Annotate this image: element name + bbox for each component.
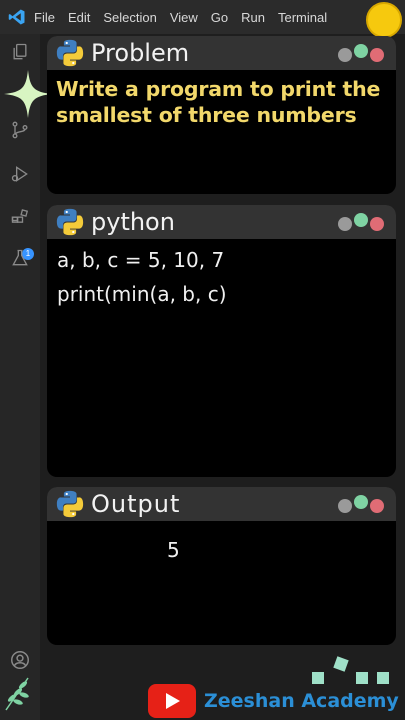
output-panel-title: Output <box>91 490 181 518</box>
menu-bar: File Edit Selection View Go Run Terminal <box>0 0 405 34</box>
python-logo-icon <box>56 208 84 236</box>
code-line: a, b, c = 5, 10, 7 <box>57 248 225 272</box>
explorer-icon[interactable] <box>8 40 32 64</box>
menu-selection[interactable]: Selection <box>103 10 156 25</box>
brand-name: Zeeshan Academy <box>204 690 399 712</box>
code-panel: python a, b, c = 5, 10, 7 print(min(a, b… <box>47 205 396 477</box>
activity-bar: 1 <box>0 34 40 720</box>
dot-gray-icon <box>338 48 352 62</box>
window-dots <box>338 495 386 515</box>
problem-panel-title: Problem <box>91 39 190 67</box>
vscode-logo-icon <box>0 0 34 34</box>
menu-edit[interactable]: Edit <box>68 10 90 25</box>
square-icon <box>377 672 389 684</box>
window-dots <box>338 44 386 64</box>
problem-panel: Problem Write a program to print the sma… <box>47 36 396 194</box>
python-logo-icon <box>56 490 84 518</box>
run-debug-icon[interactable] <box>8 162 32 186</box>
window-dots <box>338 213 386 233</box>
brand-footer: Zeeshan Academy <box>148 684 399 718</box>
output-panel: Output 5 <box>47 487 396 645</box>
code-line: print(min(a, b, c) <box>57 282 227 306</box>
python-logo-icon <box>56 39 84 67</box>
dot-red-icon <box>370 48 384 62</box>
menu-file[interactable]: File <box>34 10 55 25</box>
account-icon[interactable] <box>8 648 32 672</box>
problem-panel-header: Problem <box>47 36 396 70</box>
youtube-logo-icon[interactable] <box>148 684 196 718</box>
testing-flask-icon[interactable] <box>8 246 32 270</box>
extensions-icon[interactable] <box>8 206 32 230</box>
code-panel-title: python <box>91 208 175 236</box>
code-panel-header: python <box>47 205 396 239</box>
dot-green-icon <box>354 213 368 227</box>
menu-terminal[interactable]: Terminal <box>278 10 327 25</box>
dot-red-icon <box>370 499 384 513</box>
menu-go[interactable]: Go <box>211 10 228 25</box>
dot-green-icon <box>354 44 368 58</box>
yellow-circle-icon <box>366 2 402 38</box>
problem-statement: Write a program to print the smallest of… <box>56 77 381 127</box>
output-value: 5 <box>167 538 180 562</box>
square-icon <box>312 672 324 684</box>
code-editor[interactable]: a, b, c = 5, 10, 7 print(min(a, b, c) <box>47 239 396 311</box>
output-panel-header: Output <box>47 487 396 521</box>
dot-gray-icon <box>338 217 352 231</box>
dot-green-icon <box>354 495 368 509</box>
dot-red-icon <box>370 217 384 231</box>
square-icon <box>333 656 349 672</box>
menu-view[interactable]: View <box>170 10 198 25</box>
menu-run[interactable]: Run <box>241 10 265 25</box>
leaf-decoration-icon <box>2 672 36 712</box>
square-icon <box>356 672 368 684</box>
dot-gray-icon <box>338 499 352 513</box>
